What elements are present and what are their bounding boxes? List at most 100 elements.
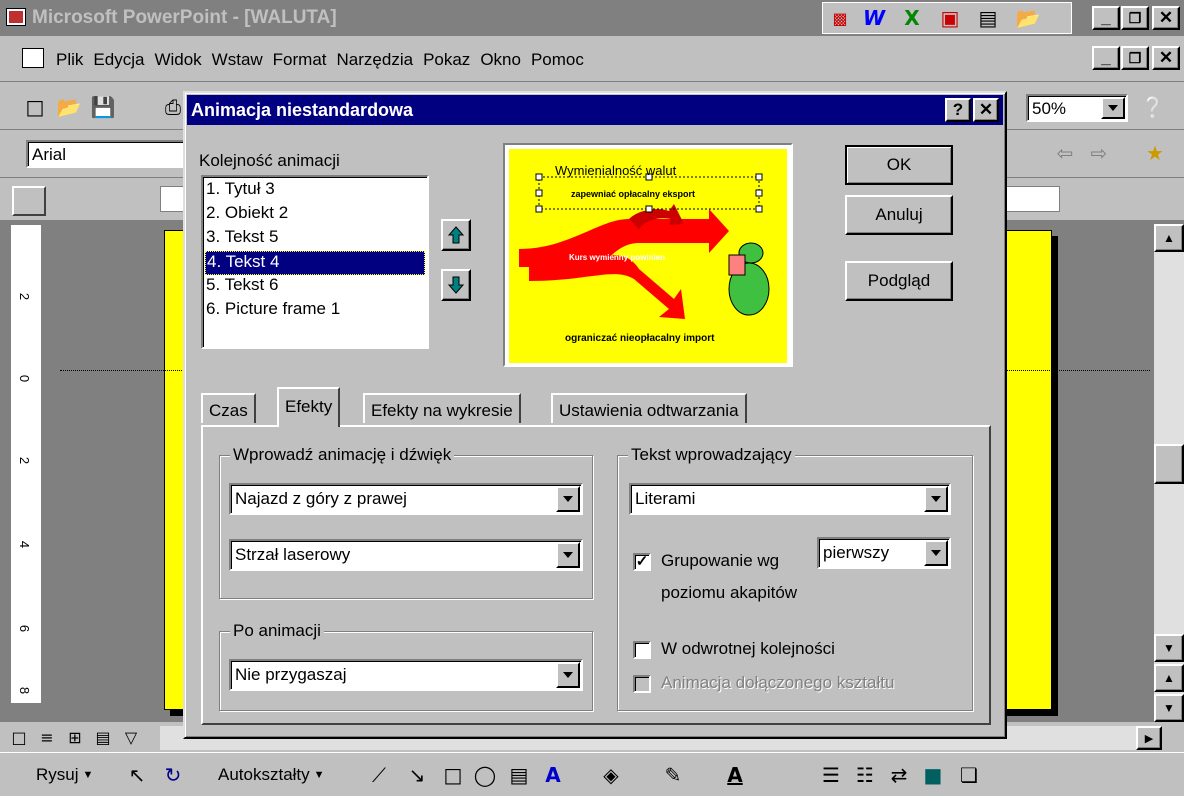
preview-button[interactable]: Podgląd [845,261,953,301]
new-document-icon[interactable]: ▤ [975,5,1001,31]
effect-dropdown-arrow[interactable] [556,486,580,512]
menu-plik[interactable]: Plik [56,50,83,70]
group-by-checkbox[interactable]: ✓ [633,553,651,571]
wordart-icon[interactable]: A [540,762,566,788]
animation-star-icon[interactable]: ★ [1142,140,1168,166]
enter-animation-label: Wprowadź animację i dźwięk [230,445,455,465]
after-animation-dropdown-arrow[interactable] [556,662,580,688]
move-down-button[interactable] [441,269,471,301]
sound-select[interactable]: Strzał laserowy [229,539,583,571]
ok-button[interactable]: OK [845,145,953,185]
dialog-close-button[interactable]: ✕ [973,98,999,122]
font-color-icon[interactable]: A [722,762,748,788]
effect-select[interactable]: Najazd z góry z prawej [229,483,583,515]
preview-title: Wymienialność walut [555,163,677,178]
list-item-selected[interactable]: 4. Tekst 4 [205,251,425,275]
oval-icon[interactable]: ◯ [472,762,498,788]
free-rotate-icon[interactable]: ↻ [160,762,186,788]
line-color-icon[interactable]: ✎ [660,762,686,788]
arrow-style-icon[interactable]: ⇄ [886,762,912,788]
arrow-left-icon[interactable]: ⇦ [1052,140,1078,166]
3d-icon[interactable]: ❏ [956,762,982,788]
autoshapes-menu[interactable]: Autokształty ▼ [218,765,325,785]
save-icon[interactable]: 💾 [90,94,116,120]
menu-okno[interactable]: Okno [480,50,521,70]
next-slide-button[interactable]: ▼ [1154,694,1184,722]
font-select[interactable]: Arial [26,140,196,168]
vertical-ruler: 2 0 2 4 6 8 [10,224,42,704]
scroll-up-button[interactable]: ▲ [1154,224,1184,252]
document-icon[interactable] [22,48,44,68]
sound-dropdown-arrow[interactable] [556,542,580,568]
scroll-down-button[interactable]: ▼ [1154,634,1184,662]
introduce-text-select[interactable]: Literami [629,483,951,515]
draw-menu[interactable]: Rysuj ▼ [36,765,93,785]
list-item[interactable]: 3. Tekst 5 [205,227,425,251]
app-titlebar: Microsoft PowerPoint - [WALUTA] ▩ W X ▣ … [0,0,1184,36]
scroll-thumb[interactable] [1154,444,1184,484]
zoom-dropdown-arrow[interactable] [1101,97,1125,119]
select-pointer-icon[interactable]: ↖ [124,762,150,788]
shadow-icon[interactable]: ■ [920,762,946,788]
doc-restore-button[interactable]: ❐ [1121,46,1149,70]
fill-color-icon[interactable]: ◈ [598,762,624,788]
tab-czas[interactable]: Czas [201,393,256,423]
menu-pokaz[interactable]: Pokaz [423,50,470,70]
previous-slide-button[interactable]: ▲ [1154,664,1184,692]
rectangle-icon[interactable]: □ [440,762,466,788]
after-animation-select[interactable]: Nie przygaszaj [229,659,583,691]
menu-format[interactable]: Format [273,50,327,70]
introduce-text-dropdown-arrow[interactable] [924,486,948,512]
animation-order-list[interactable]: 1. Tytuł 3 2. Obiekt 2 3. Tekst 5 4. Tek… [201,175,429,349]
doc-close-button[interactable]: ✕ [1152,46,1180,70]
dialog-title: Animacja niestandardowa [191,100,414,120]
list-item[interactable]: 5. Tekst 6 [205,275,425,299]
textbox-icon[interactable]: ▤ [506,762,532,788]
after-animation-label: Po animacji [230,621,324,641]
reverse-order-checkbox[interactable] [633,641,651,659]
sorter-view-icon[interactable]: ⊞ [62,724,88,750]
menu-wstaw[interactable]: Wstaw [212,50,263,70]
slide-view-icon[interactable]: □ [6,724,32,750]
cancel-button[interactable]: Anuluj [845,195,953,235]
word-icon[interactable]: W [861,5,887,31]
notes-view-icon[interactable]: ▤ [90,724,116,750]
menu-widok[interactable]: Widok [154,50,201,70]
open-folder-icon[interactable]: 📂 [1015,5,1041,31]
list-item[interactable]: 2. Obiekt 2 [205,203,425,227]
scroll-right-button[interactable]: ▶ [1136,726,1162,750]
group-by-level-select[interactable]: pierwszy [817,537,951,569]
app-close-button[interactable]: ✕ [1152,6,1180,30]
slideshow-view-icon[interactable]: ▽ [118,724,144,750]
app-minimize-button[interactable]: _ [1092,6,1120,30]
tab-efekty-na-wykresie[interactable]: Efekty na wykresie [363,393,521,423]
tab-ustawienia-odtwarzania[interactable]: Ustawienia odtwarzania [551,393,747,423]
arrow-right-icon[interactable]: ⇨ [1086,140,1112,166]
line-icon[interactable]: ⟋ [366,762,392,788]
open-icon[interactable]: 📂 [56,94,82,120]
line-style-icon[interactable]: ☰ [818,762,844,788]
menu-pomoc[interactable]: Pomoc [531,50,584,70]
app-restore-button[interactable]: ❐ [1121,6,1149,30]
doc-minimize-button[interactable]: _ [1092,46,1120,70]
drawing-toolbar: Rysuj ▼ ↖ ↻ Autokształty ▼ ⟋ ↘ □ ◯ ▤ A ◈… [0,752,1184,796]
arrow-icon[interactable]: ↘ [404,762,430,788]
vertical-scrollbar[interactable]: ▲ ▼ ▲ ▼ [1154,224,1184,744]
menu-narzedzia[interactable]: Narzędzia [337,50,414,70]
powerpoint-app-icon[interactable] [6,8,26,26]
help-icon[interactable]: ❔ [1140,94,1166,120]
office-logo-icon[interactable]: ▩ [827,5,853,31]
list-item[interactable]: 6. Picture frame 1 [205,299,425,323]
zoom-select[interactable]: 50% [1026,94,1128,122]
tab-efekty[interactable]: Efekty [277,387,341,427]
dash-style-icon[interactable]: ☷ [852,762,878,788]
dialog-help-button[interactable]: ? [945,98,971,122]
menu-edycja[interactable]: Edycja [93,50,144,70]
excel-icon[interactable]: X [899,5,925,31]
new-icon[interactable]: □ [22,94,48,120]
list-item[interactable]: 1. Tytuł 3 [205,179,425,203]
outline-view-icon[interactable]: ≡ [34,724,60,750]
powerpoint-icon[interactable]: ▣ [937,5,963,31]
move-up-button[interactable] [441,219,471,251]
group-by-dropdown-arrow[interactable] [924,540,948,566]
